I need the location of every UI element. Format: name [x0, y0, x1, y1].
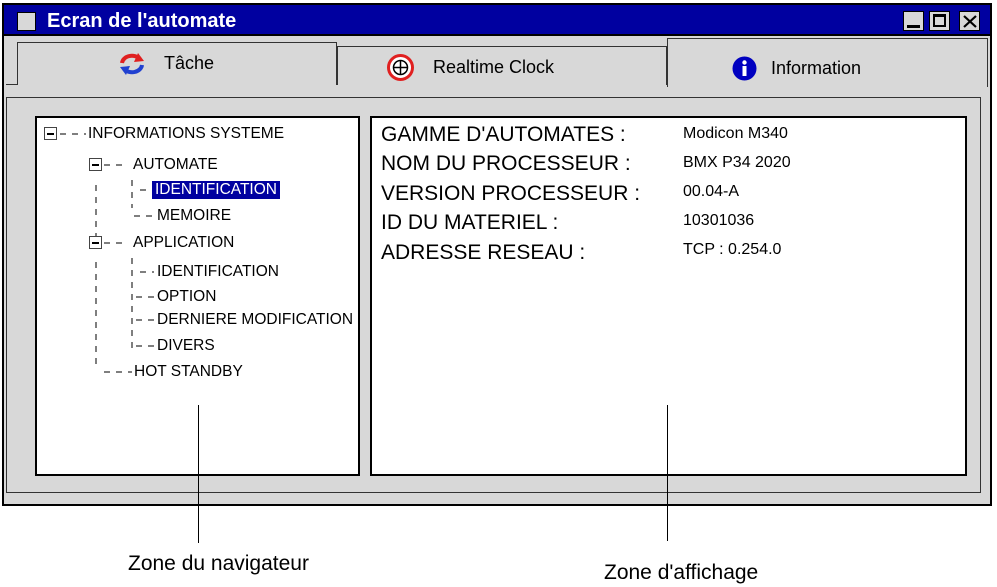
info-label-adresse: ADRESSE RESEAU :: [381, 241, 586, 264]
collapse-automate-icon[interactable]: [89, 158, 102, 171]
tab-information-label: Information: [771, 58, 862, 78]
navigator-zone-label: Zone du navigateur: [128, 552, 309, 575]
tab-tache[interactable]: Tâche: [17, 42, 337, 85]
minimize-button[interactable]: [903, 11, 924, 31]
tree-item-application[interactable]: APPLICATION: [133, 234, 234, 252]
maximize-button[interactable]: [929, 11, 950, 31]
system-menu-icon[interactable]: [17, 12, 36, 31]
tree-item-divers[interactable]: DIVERS: [157, 337, 215, 355]
tree-item-derniere-modification[interactable]: DERNIERE MODIFICATION: [157, 311, 353, 329]
clock-icon: [387, 54, 414, 81]
info-value-adresse: TCP : 0.254.0: [683, 241, 782, 258]
info-value-gamme: Modicon M340: [683, 125, 788, 142]
tree-item-application-identification[interactable]: IDENTIFICATION: [157, 263, 279, 281]
info-value-id-materiel: 10301036: [683, 212, 755, 229]
tree-item-option[interactable]: OPTION: [157, 288, 216, 306]
close-icon: [963, 15, 977, 28]
info-icon: [732, 56, 757, 81]
refresh-arrows-icon: [120, 53, 144, 75]
tree-item-memoire[interactable]: MEMOIRE: [157, 207, 231, 225]
window-title: Ecran de l'automate: [47, 10, 237, 32]
info-label-gamme: GAMME D'AUTOMATES :: [381, 123, 626, 146]
tree-item-hot-standby[interactable]: HOT STANDBY: [134, 363, 243, 381]
tree-item-automate[interactable]: AUTOMATE: [133, 156, 218, 174]
screen: Ecran de l'automate Tâche Realtime Clock…: [0, 0, 997, 587]
info-value-processeur: BMX P34 2020: [683, 154, 791, 171]
display-zone-label: Zone d'affichage: [604, 561, 759, 584]
close-button[interactable]: [959, 11, 980, 31]
tab-information[interactable]: Information: [667, 38, 988, 87]
collapse-application-icon[interactable]: [89, 236, 102, 249]
tab-tache-label: Tâche: [164, 53, 215, 73]
info-label-processeur: NOM DU PROCESSEUR :: [381, 152, 631, 175]
title-bar[interactable]: Ecran de l'automate: [4, 5, 990, 36]
tree-item-informations-systeme[interactable]: INFORMATIONS SYSTEME: [88, 125, 284, 143]
info-value-version: 00.04-A: [683, 183, 740, 200]
navigator-pointer-line: [198, 405, 199, 543]
display-pointer-line: [667, 405, 668, 541]
info-label-version: VERSION PROCESSEUR :: [381, 182, 641, 205]
info-label-id-materiel: ID DU MATERIEL :: [381, 211, 559, 234]
collapse-root-icon[interactable]: [44, 127, 57, 140]
tab-realtime-clock-label: Realtime Clock: [433, 57, 555, 77]
tree-item-automate-identification[interactable]: IDENTIFICATION: [152, 181, 280, 199]
tab-realtime-clock[interactable]: Realtime Clock: [337, 46, 667, 85]
